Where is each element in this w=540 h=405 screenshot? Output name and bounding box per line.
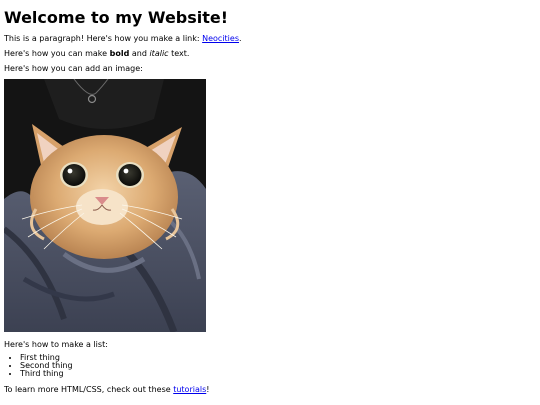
- page-title: Welcome to my Website!: [4, 8, 229, 27]
- kitten-image: [4, 79, 206, 332]
- formatting-text-middle: and: [129, 49, 150, 58]
- formatting-text-start: Here's how you can make: [4, 49, 110, 58]
- paragraph-list-intro: Here's how to make a list:: [4, 340, 108, 349]
- italic-text: italic: [149, 49, 169, 58]
- footer-text: To learn more HTML/CSS, check out these: [4, 385, 174, 394]
- paragraph-image-intro: Here's how you can add an image:: [4, 64, 143, 73]
- paragraph-footer: To learn more HTML/CSS, check out these …: [4, 385, 209, 395]
- list-item: Third thing: [20, 370, 73, 378]
- formatting-text-end: text.: [168, 49, 190, 58]
- paragraph-formatting: Here's how you can make bold and italic …: [4, 49, 189, 59]
- bold-text: bold: [109, 49, 130, 58]
- paragraph-link-text: This is a paragraph! Here's how you make…: [4, 34, 203, 43]
- tutorials-link[interactable]: tutorials: [173, 385, 206, 394]
- paragraph-link: This is a paragraph! Here's how you make…: [4, 34, 242, 44]
- neocities-link[interactable]: Neocities: [202, 34, 239, 43]
- paragraph-link-end: .: [239, 34, 242, 43]
- footer-text-end: !: [206, 385, 210, 394]
- example-list: First thing Second thing Third thing: [20, 353, 73, 379]
